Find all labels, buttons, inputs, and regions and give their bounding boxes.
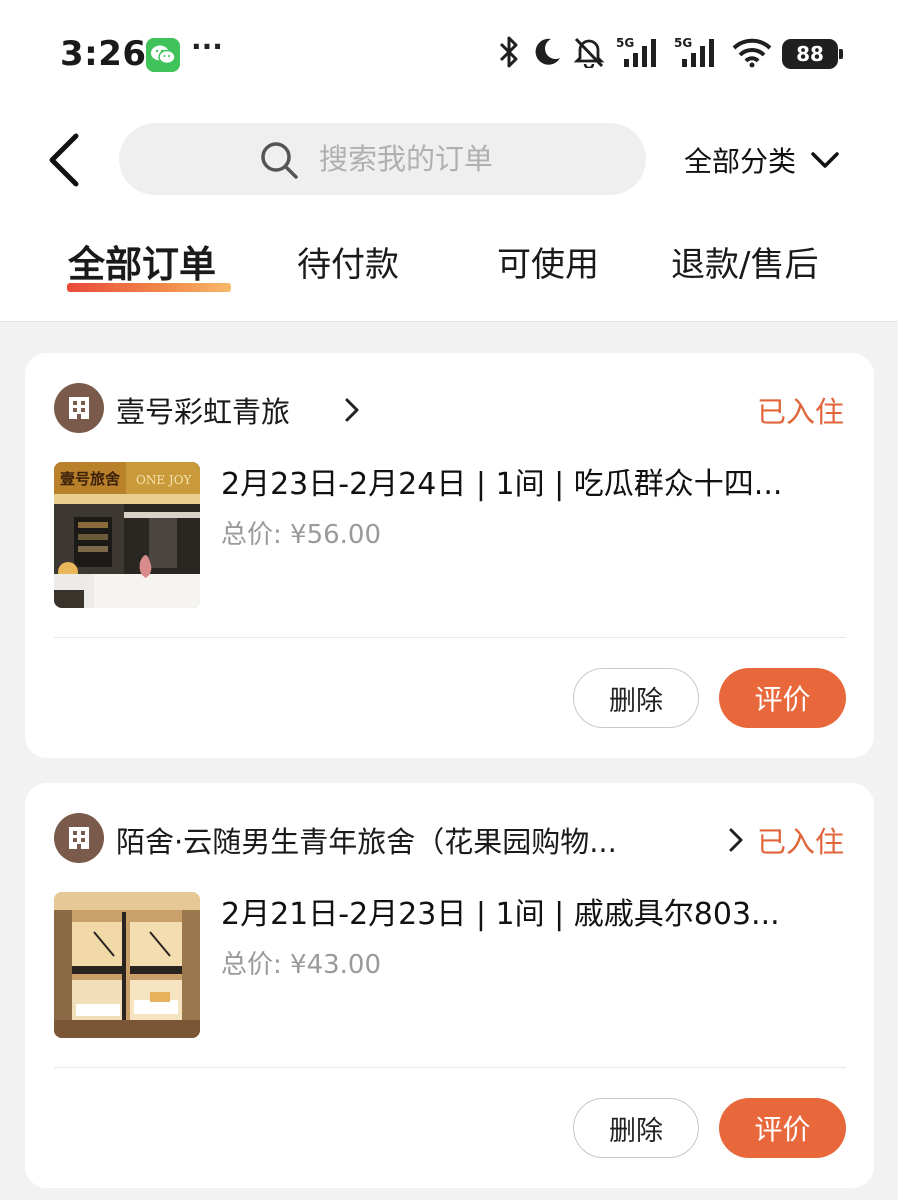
tab-refund[interactable]: 退款/售后 [671, 240, 818, 296]
store-row[interactable]: 陌舍·云随男生青年旅舍（花果园购物... 已入住 [54, 813, 844, 865]
status-bar: 3:26 ··· 5G 5G 88 [0, 0, 898, 110]
bluetooth-icon [496, 35, 522, 73]
hotel-thumbnail[interactable] [54, 892, 200, 1038]
store-name[interactable]: 壹号彩虹青旅 [116, 389, 290, 431]
order-info[interactable]: 2月23日-2月24日 | 1间 | 吃瓜群众十四... 总价: ¥56.00 [221, 463, 841, 555]
order-price: 总价: ¥43.00 [221, 950, 381, 980]
moon-icon [532, 36, 562, 72]
active-tab-indicator [67, 283, 231, 292]
hotel-thumbnail[interactable]: 壹号旅舍 ONE JOY [54, 462, 200, 608]
order-price: 总价: ¥56.00 [221, 520, 381, 550]
order-card[interactable]: 壹号彩虹青旅 已入住 壹号旅舍 ONE JOY 2月23日-2月24日 | 1间… [25, 353, 874, 758]
signal-5g-icon: 5G [674, 35, 722, 73]
more-dots-icon: ··· [191, 30, 223, 63]
svg-text:5G: 5G [616, 36, 634, 50]
mute-bell-icon [572, 36, 606, 72]
category-label: 全部分类 [684, 145, 797, 178]
store-row[interactable]: 壹号彩虹青旅 已入住 [54, 383, 844, 435]
signal-5g-icon: 5G [616, 35, 664, 73]
review-button[interactable]: 评价 [719, 668, 846, 728]
back-icon[interactable] [44, 130, 88, 190]
wifi-icon [732, 36, 772, 72]
tab-pending-payment[interactable]: 待付款 [297, 240, 399, 296]
chevron-right-icon[interactable] [728, 827, 744, 857]
order-status: 已入住 [756, 395, 844, 429]
delete-button[interactable]: 删除 [573, 668, 699, 728]
review-button[interactable]: 评价 [719, 1098, 846, 1158]
hotel-icon [54, 383, 104, 433]
wechat-icon [146, 38, 180, 72]
order-title: 2月23日-2月24日 | 1间 | 吃瓜群众十四... [221, 467, 783, 502]
tab-usable[interactable]: 可使用 [497, 240, 599, 296]
status-time: 3:26 [60, 34, 147, 74]
thumb-sign: 壹号旅舍 [60, 470, 121, 488]
battery-icon: 88 [782, 39, 843, 69]
order-title: 2月21日-2月23日 | 1间 | 戚戚具尔803... [221, 897, 780, 932]
delete-button[interactable]: 删除 [573, 1098, 699, 1158]
status-icons: 5G 5G 88 [496, 34, 843, 74]
search-icon [259, 140, 299, 184]
chevron-down-icon [810, 144, 840, 177]
store-name[interactable]: 陌舍·云随男生青年旅舍（花果园购物... [116, 819, 617, 861]
order-status: 已入住 [756, 825, 844, 859]
divider [54, 1067, 846, 1068]
search-box[interactable] [119, 123, 646, 195]
order-card[interactable]: 陌舍·云随男生青年旅舍（花果园购物... 已入住 2月21日-2月23日 | 1… [25, 783, 874, 1188]
divider [54, 637, 846, 638]
chevron-right-icon[interactable] [344, 397, 360, 427]
search-input[interactable] [319, 137, 619, 181]
svg-text:5G: 5G [674, 36, 692, 50]
category-dropdown[interactable]: 全部分类 [684, 138, 840, 182]
order-info[interactable]: 2月21日-2月23日 | 1间 | 戚戚具尔803... 总价: ¥43.00 [221, 893, 841, 985]
top-area: 3:26 ··· 5G 5G 88 搜索我的订单 全部分类 全部订单 待付款 可… [0, 0, 898, 322]
thumb-sign-en: ONE JOY [136, 473, 193, 487]
hotel-icon [54, 813, 104, 863]
